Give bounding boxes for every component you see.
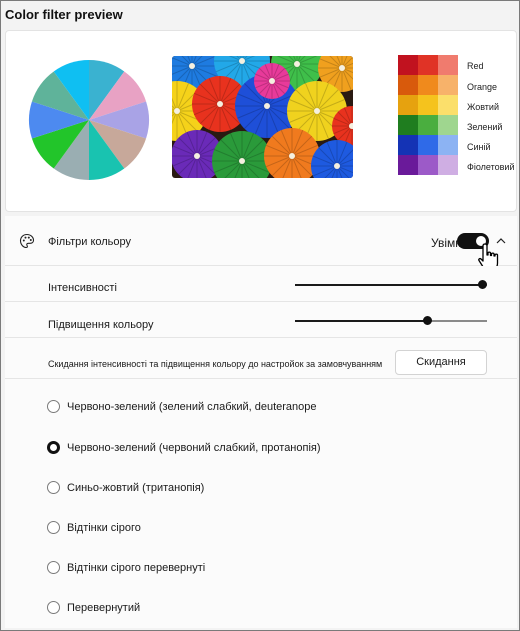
page-title: Color filter preview [5,7,123,22]
slider-filled-track [295,320,424,322]
fan-center [239,58,245,64]
preview-card: Red Orange Жовтий Зелений Синій Фіолетовий [5,30,517,212]
swatch-row [398,115,458,135]
fan-center [339,65,345,71]
color-boost-slider[interactable] [295,315,487,327]
color-swatch [438,115,458,135]
fan-center [289,153,295,159]
color-boost-label: Підвищення кольору [48,319,154,331]
radio-button[interactable] [47,441,60,454]
color-filter-settings: Фільтри кольору Увімк Інтенсивності Підв… [5,216,517,628]
swatch-row [398,155,458,175]
color-swatch [418,75,438,95]
swatch-label: Синій [467,142,491,152]
fan-center [269,78,275,84]
radio-label: Відтінки сірого [67,522,141,534]
radio-button[interactable] [47,481,60,494]
color-swatch [418,155,438,175]
toggle-state-label: Увімк [431,236,461,250]
swatch-row [398,55,458,75]
fan-center [239,158,245,164]
radio-button[interactable] [47,521,60,534]
color-boost-row: Підвищення кольору [5,302,517,338]
color-filters-label: Фільтри кольору [48,236,132,248]
radio-label: Червоно-зелений (зелений слабкий, deuter… [67,401,317,413]
fan-center [264,103,270,109]
fan-center [314,108,320,114]
color-swatch [418,135,438,155]
radio-button[interactable] [47,601,60,614]
color-swatch [398,95,418,115]
fan-center [189,63,195,69]
swatch-label: Фіолетовий [467,162,515,172]
filter-option[interactable]: Червоно-зелений (червоний слабкий, прота… [47,438,487,458]
fan-center [217,101,223,107]
slider-empty-track [424,320,487,322]
color-swatch [418,95,438,115]
color-swatch [438,135,458,155]
filter-option[interactable]: Відтінки сірого перевернуті [47,558,487,578]
color-swatch [418,55,438,75]
color-swatch [438,155,458,175]
preview-photo [172,56,353,178]
swatch-row [398,135,458,155]
fan-center [294,61,300,67]
slider-thumb[interactable] [478,280,487,289]
radio-label: Синьо-жовтий (тританопія) [67,482,205,494]
color-swatch [398,55,418,75]
reset-description: Скидання інтенсивності та підвищення кол… [48,359,383,369]
fan-center [334,163,340,169]
swatch-label: Жовтий [467,102,499,112]
slider-filled-track [295,284,479,286]
color-filters-row[interactable]: Фільтри кольору Увімк [5,216,517,271]
filter-option[interactable]: Червоно-зелений (зелений слабкий, deuter… [47,397,487,417]
preview-pie-chart [28,60,149,180]
swatch-label: Зелений [467,122,503,132]
fan-center [174,108,180,114]
palette-icon [19,233,35,249]
reset-button[interactable]: Скидання [395,350,487,375]
radio-label: Червоно-зелений (червоний слабкий, прота… [67,442,321,454]
color-swatch [398,155,418,175]
radio-label: Відтінки сірого перевернуті [67,562,206,574]
swatch-label: Orange [467,82,498,92]
filter-option[interactable]: Синьо-жовтий (тританопія) [47,478,487,498]
color-swatch [398,115,418,135]
intensity-row: Інтенсивності [5,266,517,302]
slider-thumb[interactable] [423,316,432,325]
reset-row: Скидання інтенсивності та підвищення кол… [5,338,517,379]
settings-window: Color filter preview Red Orange Жовтий Зеле… [0,0,520,631]
filter-options: Червоно-зелений (зелений слабкий, deuter… [5,379,517,628]
filter-option[interactable]: Відтінки сірого [47,518,487,538]
color-swatch [418,115,438,135]
fan-center [194,153,200,159]
radio-button[interactable] [47,561,60,574]
intensity-slider[interactable] [295,279,487,291]
color-swatch [398,75,418,95]
color-swatch [438,55,458,75]
filter-option[interactable]: Перевернутий [47,598,487,618]
radio-button[interactable] [47,400,60,413]
swatch-row [398,75,458,95]
color-swatch [398,135,418,155]
intensity-label: Інтенсивності [48,282,117,294]
swatch-label: Red [467,61,484,71]
radio-label: Перевернутий [67,602,141,614]
color-swatch [438,95,458,115]
color-swatch [438,75,458,95]
swatch-row [398,95,458,115]
